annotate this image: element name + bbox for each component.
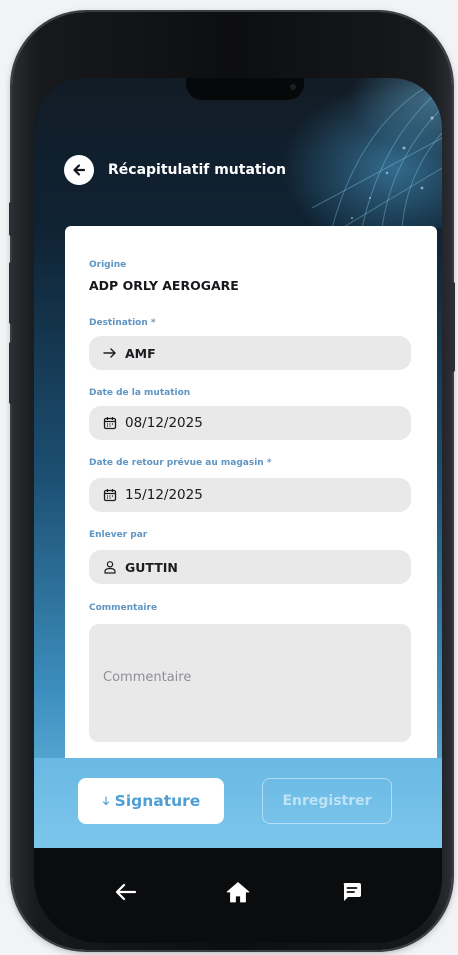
camera-lens [290,84,296,90]
phone-frame: Récapitulatif mutation Origine ADP ORLY … [9,12,455,950]
destination-field[interactable]: AMF [89,336,411,370]
origin-label: Origine [89,260,127,270]
signature-button[interactable]: Signature [78,778,224,824]
comment-label: Commentaire [89,603,158,613]
mutation-date-field[interactable]: 08/12/2025 [89,406,411,440]
mutation-date-value: 08/12/2025 [125,415,203,431]
nav-home-button[interactable] [216,870,260,914]
calendar-icon [103,489,117,502]
camera-notch [186,78,304,100]
action-bar: Signature Enregistrer [34,758,442,848]
nav-back-button[interactable] [104,870,148,914]
signature-label: Signature [114,792,201,810]
back-button[interactable] [64,155,94,185]
system-nav-bar [34,848,442,943]
destination-value: AMF [125,345,156,361]
side-button-volume-up [9,262,13,324]
return-date-label: Date de retour prévue au magasin * [89,458,272,468]
page-header: Récapitulatif mutation [64,154,286,186]
chat-icon [343,883,361,901]
side-button-mute [9,202,13,236]
save-button[interactable]: Enregistrer [262,778,392,824]
phone-screen: Récapitulatif mutation Origine ADP ORLY … [34,78,442,943]
calendar-icon [103,417,117,430]
nav-chat-button[interactable] [330,870,374,914]
arrow-right-icon [103,348,116,358]
return-date-field[interactable]: 15/12/2025 [89,478,411,512]
side-button-power [451,282,455,372]
side-button-volume-down [9,342,13,404]
home-icon [226,882,250,903]
destination-label: Destination * [89,318,156,328]
back-arrow-icon [115,883,137,901]
return-date-value: 15/12/2025 [125,487,203,503]
mutation-form-card: Origine ADP ORLY AEROGARE Destination * … [65,226,437,758]
tech-decoration [311,78,442,228]
origin-value: ADP ORLY AEROGARE [89,278,239,293]
page-title: Récapitulatif mutation [108,162,286,178]
removed-by-field[interactable]: GUTTIN [89,550,411,584]
comment-input[interactable] [89,624,411,742]
removed-by-label: Enlever par [89,530,148,540]
arrow-left-icon [73,164,86,176]
removed-by-value: GUTTIN [125,559,178,575]
user-icon [104,561,116,574]
arrow-down-icon [102,796,109,806]
mutation-date-label: Date de la mutation [89,388,191,398]
